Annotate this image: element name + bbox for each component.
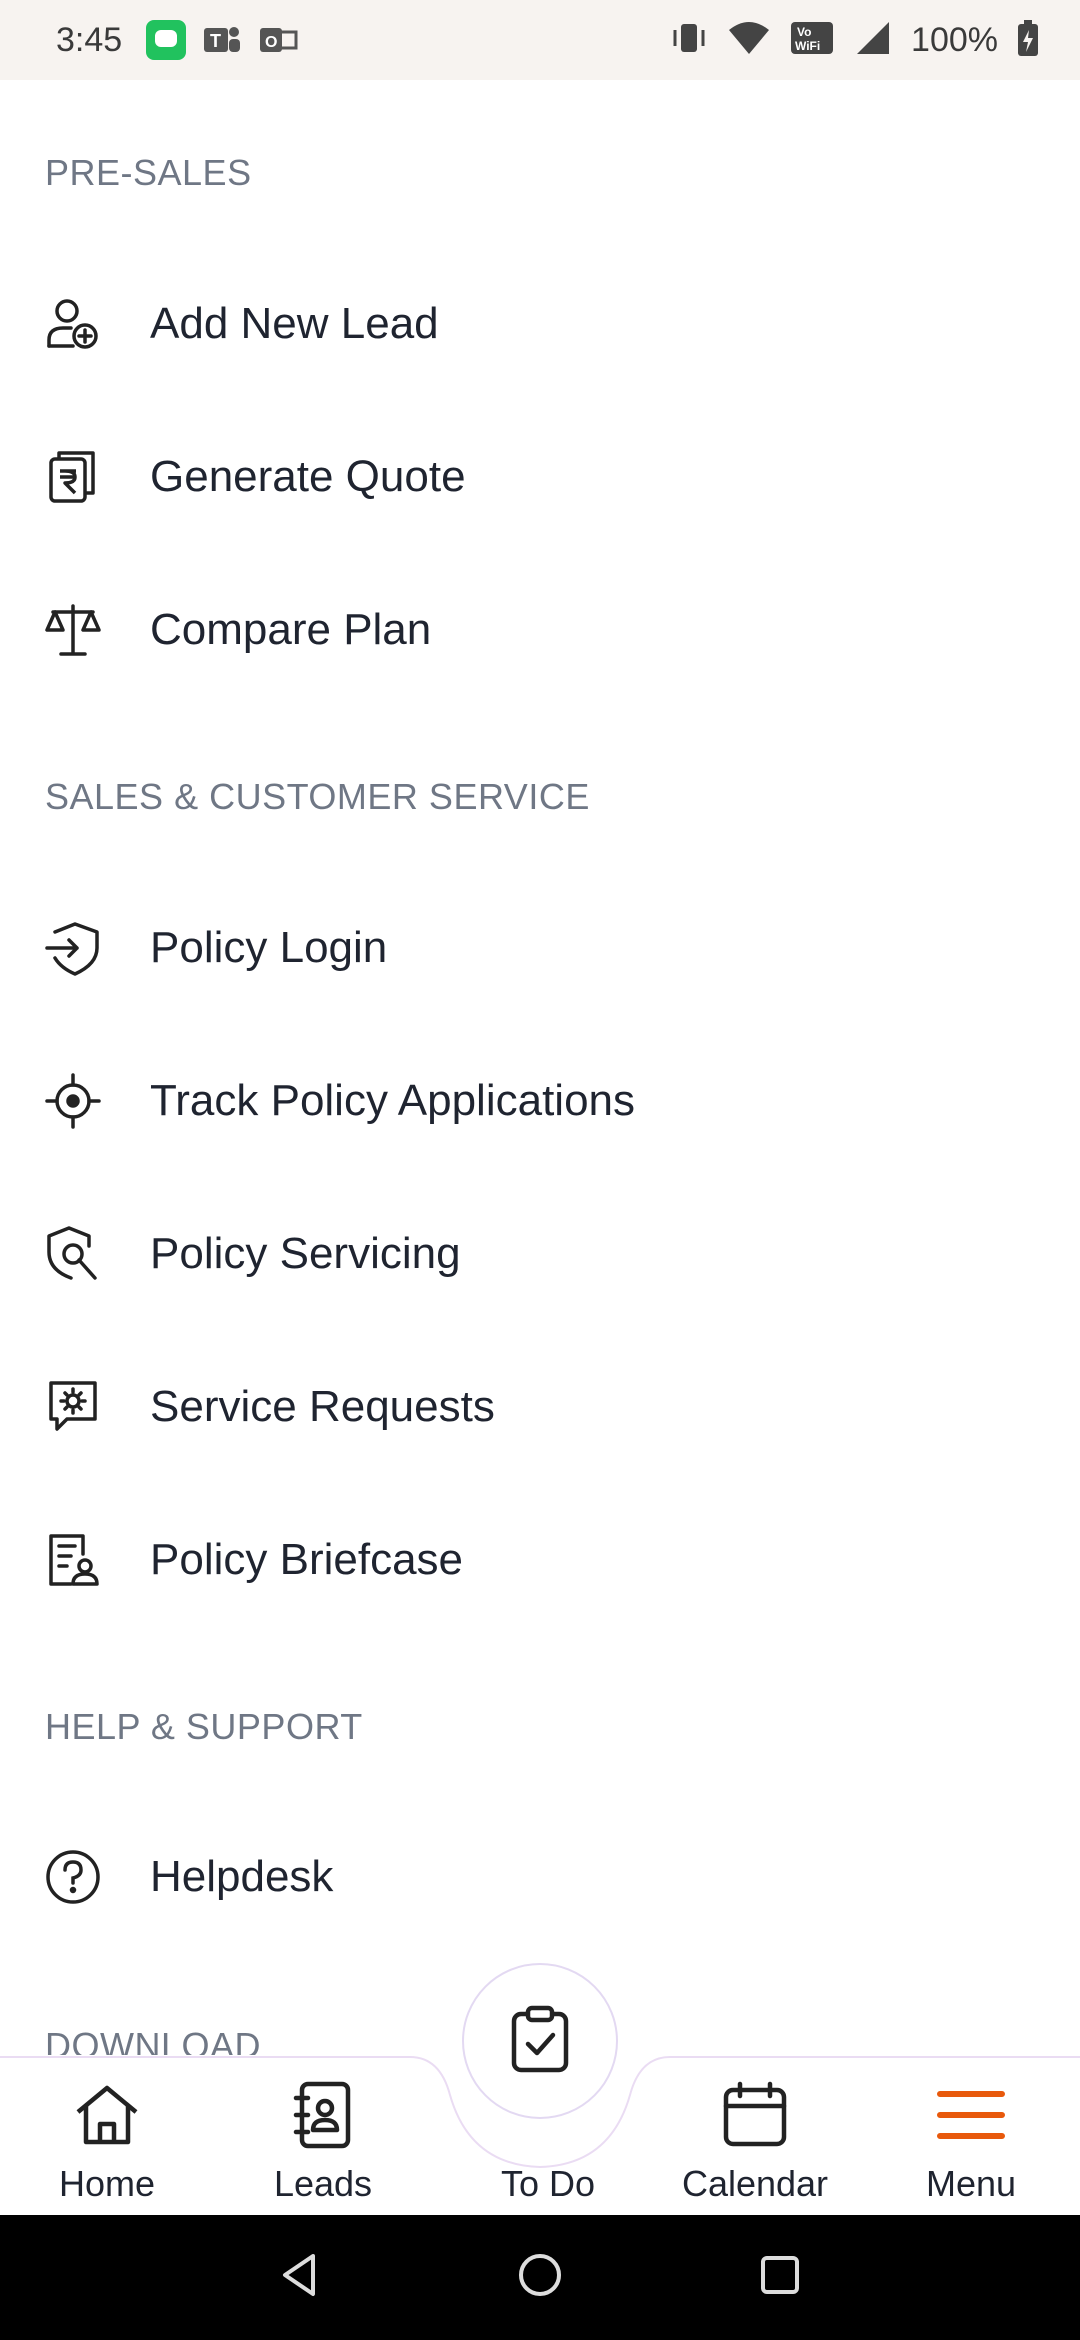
menu-item-label: Track Policy Applications xyxy=(150,1076,636,1125)
outlook-app-icon: O xyxy=(258,20,298,60)
nav-menu[interactable]: Menu xyxy=(886,2077,1056,2207)
section-title-pre-sales: PRE-SALES xyxy=(45,152,252,193)
teams-app-icon: T xyxy=(202,20,242,60)
calendar-icon xyxy=(717,2077,793,2153)
svg-text:WiFi: WiFi xyxy=(795,39,820,53)
menu-item-label: Add New Lead xyxy=(150,299,439,348)
section-title-help-support: HELP & SUPPORT xyxy=(45,1706,363,1747)
status-time: 3:45 xyxy=(56,20,123,59)
nav-menu-label: Menu xyxy=(925,2163,1017,2204)
hamburger-menu-icon xyxy=(933,2077,1009,2153)
nav-calendar[interactable]: Calendar xyxy=(670,2077,840,2207)
menu-list: PRE-SALES Add New Lead Generate Quote Co… xyxy=(0,80,1080,2060)
section-title-sales-customer-service: SALES & CUSTOMER SERVICE xyxy=(45,776,590,817)
messages-app-icon xyxy=(146,20,187,60)
nav-home[interactable]: Home xyxy=(22,2077,192,2207)
menu-item-label: Policy Login xyxy=(150,923,388,972)
svg-text:T: T xyxy=(210,31,221,51)
gear-chat-icon xyxy=(42,1376,104,1438)
todo-fab-button[interactable] xyxy=(462,1963,618,2119)
document-user-icon xyxy=(42,1529,104,1591)
menu-item-label: Policy Briefcase xyxy=(150,1535,464,1584)
menu-item-compare-plan[interactable]: Compare Plan xyxy=(0,570,1080,690)
status-bar: 3:45 T O Vo WiFi 100% xyxy=(0,0,1080,80)
menu-item-label: Helpdesk xyxy=(150,1852,334,1901)
svg-text:O: O xyxy=(265,34,277,51)
nav-calendar-label: Calendar xyxy=(681,2163,829,2204)
vowifi-icon: Vo WiFi xyxy=(789,18,835,63)
menu-item-helpdesk[interactable]: Helpdesk xyxy=(0,1817,1080,1937)
nav-leads[interactable]: Leads xyxy=(238,2077,408,2207)
user-add-icon xyxy=(42,293,104,355)
menu-item-track-policy-applications[interactable]: Track Policy Applications xyxy=(0,1041,1080,1161)
shield-login-icon xyxy=(42,917,104,979)
menu-item-policy-servicing[interactable]: Policy Servicing xyxy=(0,1194,1080,1314)
crosshair-icon xyxy=(42,1070,104,1132)
system-navigation-bar xyxy=(0,2215,1080,2340)
wifi-icon xyxy=(727,18,771,63)
menu-item-generate-quote[interactable]: Generate Quote xyxy=(0,417,1080,537)
nav-home-label: Home xyxy=(58,2163,156,2204)
menu-item-policy-login[interactable]: Policy Login xyxy=(0,888,1080,1008)
shield-wrench-icon xyxy=(42,1223,104,1285)
menu-item-label: Compare Plan xyxy=(150,605,432,654)
menu-item-service-requests[interactable]: Service Requests xyxy=(0,1347,1080,1467)
battery-charging-icon xyxy=(1016,18,1040,63)
menu-item-label: Service Requests xyxy=(150,1382,495,1431)
battery-percent: 100% xyxy=(911,20,998,59)
question-circle-icon xyxy=(42,1846,104,1908)
contacts-book-icon xyxy=(285,2077,361,2153)
back-icon[interactable] xyxy=(275,2250,325,2305)
clipboard-check-icon xyxy=(508,2004,572,2079)
recents-icon[interactable] xyxy=(755,2250,805,2305)
menu-item-label: Generate Quote xyxy=(150,452,466,501)
scale-icon xyxy=(42,599,104,661)
menu-item-label: Policy Servicing xyxy=(150,1229,461,1278)
vibrate-icon xyxy=(669,18,709,63)
home-icon xyxy=(69,2077,145,2153)
nav-todo-label: To Do xyxy=(500,2163,596,2204)
nav-leads-label: Leads xyxy=(273,2163,373,2204)
menu-item-policy-briefcase[interactable]: Policy Briefcase xyxy=(0,1500,1080,1620)
svg-text:Vo: Vo xyxy=(797,25,811,39)
home-circle-icon[interactable] xyxy=(515,2250,565,2305)
menu-item-add-new-lead[interactable]: Add New Lead xyxy=(0,264,1080,384)
signal-icon xyxy=(853,18,893,63)
rupee-document-icon xyxy=(42,446,104,508)
